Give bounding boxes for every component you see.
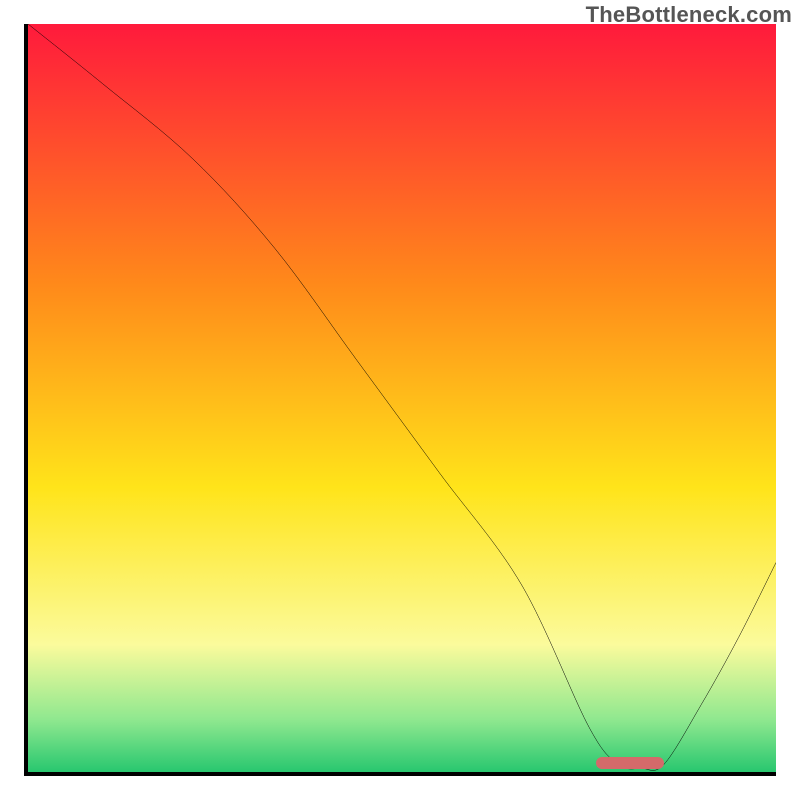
axes-frame	[24, 24, 776, 776]
chart-container: TheBottleneck.com	[0, 0, 800, 800]
curve-svg	[28, 24, 776, 772]
optimal-marker	[596, 757, 663, 769]
plot-area	[28, 24, 776, 772]
bottleneck-curve	[28, 24, 776, 770]
